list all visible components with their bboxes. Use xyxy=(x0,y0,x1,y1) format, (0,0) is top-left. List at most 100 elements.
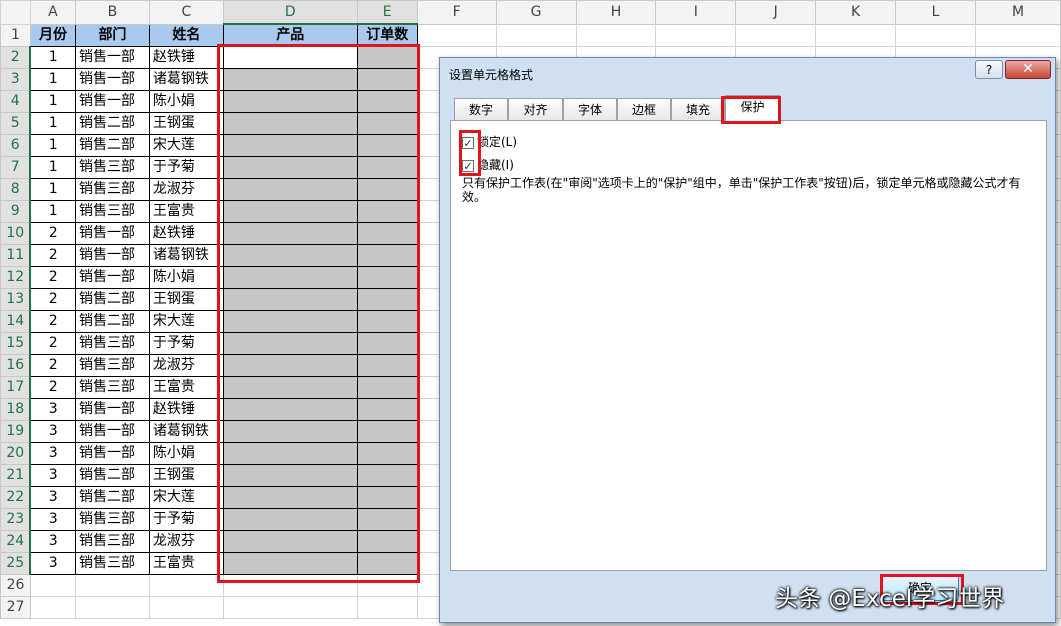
row-header[interactable]: 9 xyxy=(0,200,32,223)
cell-d11[interactable] xyxy=(222,244,358,267)
cell-a17[interactable]: 2 xyxy=(29,376,76,399)
cell-e2[interactable] xyxy=(356,46,418,69)
cell-e19[interactable] xyxy=(356,420,418,443)
cell-b4[interactable]: 销售一部 xyxy=(74,90,150,113)
cell-c17[interactable]: 王富贵 xyxy=(148,376,224,399)
row-header[interactable]: 1 xyxy=(0,23,31,47)
cell-e5[interactable] xyxy=(356,112,418,135)
cell-c6[interactable]: 宋大莲 xyxy=(148,134,224,157)
tab-border[interactable]: 边框 xyxy=(617,98,671,121)
cell-d23[interactable] xyxy=(222,508,358,531)
cell-e18[interactable] xyxy=(356,398,418,421)
cell-b9[interactable]: 销售三部 xyxy=(74,200,150,223)
cell-b16[interactable]: 销售三部 xyxy=(74,354,150,377)
tab-alignment[interactable]: 对齐 xyxy=(508,98,563,121)
cell-b6[interactable]: 销售二部 xyxy=(74,134,150,157)
cell-a15[interactable]: 2 xyxy=(29,332,76,355)
cell-d25[interactable] xyxy=(222,552,358,575)
cell-c8[interactable]: 龙淑芬 xyxy=(148,178,224,201)
cell-d14[interactable] xyxy=(222,310,358,333)
cell-a7[interactable]: 1 xyxy=(29,156,76,179)
cell-b1[interactable]: 部门 xyxy=(74,23,150,47)
cell-d18[interactable] xyxy=(222,398,358,421)
cell-m1[interactable] xyxy=(974,23,1061,47)
row-header[interactable]: 2 xyxy=(0,46,32,69)
cell-a19[interactable]: 3 xyxy=(29,420,76,443)
cell-j1[interactable] xyxy=(735,23,817,47)
row-header[interactable]: 5 xyxy=(0,112,32,135)
locked-option[interactable]: ✓ 锁定(L) xyxy=(462,134,517,150)
cell-f1[interactable] xyxy=(416,23,497,47)
cell-b26[interactable] xyxy=(74,574,150,597)
cell-a9[interactable]: 1 xyxy=(29,200,76,223)
cell-d17[interactable] xyxy=(222,376,358,399)
cell-b10[interactable]: 销售一部 xyxy=(74,222,150,245)
cell-c25[interactable]: 王富贵 xyxy=(148,552,224,575)
cell-d24[interactable] xyxy=(222,530,358,553)
column-header-b[interactable]: B xyxy=(74,0,150,25)
cell-c26[interactable] xyxy=(148,574,224,597)
tab-number[interactable]: 数字 xyxy=(454,98,508,121)
row-header[interactable]: 23 xyxy=(0,508,32,531)
cell-e22[interactable] xyxy=(356,486,418,509)
cell-b18[interactable]: 销售一部 xyxy=(74,398,150,421)
column-header-k[interactable]: K xyxy=(815,0,897,25)
cell-c9[interactable]: 王富贵 xyxy=(148,200,224,223)
cell-a5[interactable]: 1 xyxy=(29,112,76,135)
cell-e8[interactable] xyxy=(356,178,418,201)
cell-a25[interactable]: 3 xyxy=(29,552,76,575)
cell-e10[interactable] xyxy=(356,222,418,245)
close-button[interactable]: ✕ xyxy=(1005,60,1051,79)
cell-a2[interactable]: 1 xyxy=(29,46,76,69)
row-header[interactable]: 17 xyxy=(0,376,32,399)
select-all-corner[interactable] xyxy=(0,0,31,25)
cell-b13[interactable]: 销售二部 xyxy=(74,288,150,311)
cell-k1[interactable] xyxy=(815,23,897,47)
cell-b19[interactable]: 销售一部 xyxy=(74,420,150,443)
cell-e13[interactable] xyxy=(356,288,418,311)
locked-checkbox[interactable]: ✓ xyxy=(462,136,474,149)
row-header[interactable]: 3 xyxy=(0,68,32,91)
cell-c19[interactable]: 诸葛钢铁 xyxy=(148,420,224,443)
row-header[interactable]: 15 xyxy=(0,332,32,355)
cell-b20[interactable]: 销售一部 xyxy=(74,442,150,465)
cell-b23[interactable]: 销售三部 xyxy=(74,508,150,531)
cell-e11[interactable] xyxy=(356,244,418,267)
cell-d4[interactable] xyxy=(222,90,358,113)
row-header[interactable]: 6 xyxy=(0,134,32,157)
cell-e21[interactable] xyxy=(356,464,418,487)
cell-b3[interactable]: 销售一部 xyxy=(74,68,150,91)
cell-d26[interactable] xyxy=(222,574,358,597)
cell-e15[interactable] xyxy=(356,332,418,355)
cell-e25[interactable] xyxy=(356,552,418,575)
cell-a12[interactable]: 2 xyxy=(29,266,76,289)
cell-c5[interactable]: 王钢蛋 xyxy=(148,112,224,135)
cell-d10[interactable] xyxy=(222,222,358,245)
row-header[interactable]: 20 xyxy=(0,442,32,465)
row-header[interactable]: 7 xyxy=(0,156,32,179)
cell-b5[interactable]: 销售二部 xyxy=(74,112,150,135)
cell-e20[interactable] xyxy=(356,442,418,465)
tab-font[interactable]: 字体 xyxy=(563,98,617,121)
cell-d13[interactable] xyxy=(222,288,358,311)
cell-a21[interactable]: 3 xyxy=(29,464,76,487)
format-cells-dialog[interactable]: 设置单元格格式 ? ✕ 数字 对齐 字体 边框 填充 保护 ✓ 锁定(L) ✓ 隐藏… xyxy=(439,57,1056,623)
column-header-l[interactable]: L xyxy=(895,0,976,25)
cell-a1[interactable]: 月份 xyxy=(29,23,76,47)
cell-d16[interactable] xyxy=(222,354,358,377)
cell-c16[interactable]: 龙淑芬 xyxy=(148,354,224,377)
cell-d21[interactable] xyxy=(222,464,358,487)
cell-a27[interactable] xyxy=(29,596,76,619)
cell-c1[interactable]: 姓名 xyxy=(148,23,224,47)
cell-c13[interactable]: 王钢蛋 xyxy=(148,288,224,311)
hidden-checkbox[interactable]: ✓ xyxy=(462,159,474,172)
cell-e17[interactable] xyxy=(356,376,418,399)
column-header-j[interactable]: J xyxy=(735,0,817,25)
cell-c20[interactable]: 陈小娟 xyxy=(148,442,224,465)
cell-e26[interactable] xyxy=(356,574,418,597)
cell-a10[interactable]: 2 xyxy=(29,222,76,245)
cell-b2[interactable]: 销售一部 xyxy=(74,46,150,69)
cell-c23[interactable]: 于予菊 xyxy=(148,508,224,531)
cell-c22[interactable]: 宋大莲 xyxy=(148,486,224,509)
cell-b21[interactable]: 销售二部 xyxy=(74,464,150,487)
